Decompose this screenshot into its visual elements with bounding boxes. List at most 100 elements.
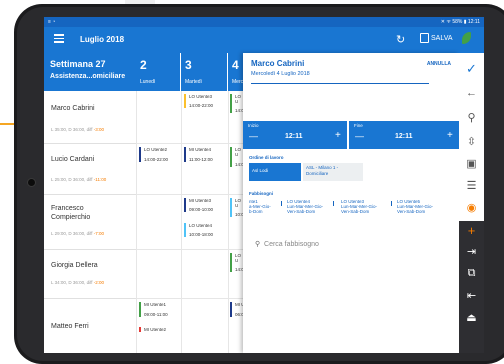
- logout-icon[interactable]: ⇤: [459, 289, 484, 302]
- search-icon[interactable]: ⚲: [459, 111, 484, 124]
- save-label: SALVA: [431, 34, 453, 42]
- schedule-cell[interactable]: MI Utente4 11:00-12:00: [181, 144, 228, 195]
- start-label: Inizio: [248, 123, 259, 128]
- shift-entry[interactable]: LO Utente3 14:00-22:00: [184, 94, 213, 108]
- start-time-value[interactable]: 12:11: [285, 133, 303, 140]
- day-name: Lunedì: [140, 79, 156, 85]
- week-subtitle[interactable]: Assistenza...omiciliare: [50, 73, 125, 80]
- shift-entry[interactable]: MI Utente3 09:00-10:00: [184, 198, 213, 212]
- camera-icon: [27, 178, 36, 187]
- shift-entry[interactable]: MI Utente1 09:00-11:00: [139, 302, 168, 317]
- shift-time: 09:00-10:00: [189, 207, 214, 212]
- separator: [281, 201, 282, 206]
- shift-editor-panel: Marco Cabrini Mercoledì 4 Luglio 2018 AN…: [243, 53, 459, 353]
- save-button[interactable]: SALVA: [420, 33, 453, 43]
- eye-icon[interactable]: ◉: [459, 201, 484, 214]
- person-row[interactable]: Matteo Ferri: [44, 299, 136, 353]
- shift-entry[interactable]: MI Utente4 11:00-12:00: [184, 147, 213, 162]
- need-days: a-Mer-Gio- b-Dom: [249, 204, 271, 214]
- panel-title: Marco Cabrini: [251, 59, 305, 68]
- plus-icon[interactable]: +: [459, 223, 484, 238]
- list-icon[interactable]: ☰: [459, 179, 484, 192]
- exit-icon[interactable]: ⏏: [459, 311, 484, 324]
- day-header[interactable]: 3 Martedì: [181, 53, 227, 91]
- shift-user: MI Utente4: [189, 147, 212, 152]
- shift-user: MI Utente3: [189, 198, 212, 203]
- day-number: 3: [185, 58, 192, 72]
- person-hours: L 35:00, D 36:00, diff -3:00: [51, 127, 104, 132]
- start-minus-button[interactable]: —: [249, 131, 258, 141]
- schedule-cell[interactable]: [136, 91, 181, 144]
- schedule-cell[interactable]: MI Utente3 09:00-10:00 LO Utente4 10:00-18…: [181, 195, 228, 250]
- need-days: Lun-Mar-Mer-Gio- Ven-Sab-Dom: [397, 204, 434, 214]
- schedule-cell[interactable]: [181, 299, 228, 353]
- shift-entry[interactable]: MI Utente2: [139, 327, 166, 332]
- schedule-cell[interactable]: LO Utente3 14:00-22:00: [181, 91, 228, 144]
- week-title: Settimana 27: [50, 59, 106, 69]
- need-search[interactable]: ⚲ Cerca fabbisogno: [255, 240, 319, 248]
- hours-diff: -7:00: [93, 231, 105, 236]
- copy-icon[interactable]: ⧉: [459, 267, 484, 280]
- shift-user: MI Utente2: [144, 327, 167, 332]
- work-order-label: Ordine di lavoro: [249, 155, 284, 160]
- image-icon[interactable]: ▣: [459, 157, 484, 170]
- need-item[interactable]: LO Utente4 Lun-Mar-Mer-Gio- Ven-Sab-Dom: [287, 199, 323, 214]
- end-plus-button[interactable]: +: [447, 130, 453, 141]
- app-title[interactable]: Luglio 2018: [80, 35, 124, 44]
- shift-user: LO Utente2: [144, 147, 168, 152]
- start-time-stepper: Inizio — 12:11 +: [243, 121, 347, 149]
- schedule-cell[interactable]: LO Utente2 14:00-22:00: [136, 144, 181, 195]
- person-hours: L 29:00, D 36:00, diff -7:00: [51, 231, 104, 236]
- end-time-value[interactable]: 12:11: [395, 133, 413, 140]
- menu-icon[interactable]: [54, 34, 64, 43]
- login-icon[interactable]: ⇥: [459, 245, 484, 258]
- need-item[interactable]: nte1 a-Mer-Gio- b-Dom: [249, 199, 271, 214]
- check-icon[interactable]: ✓: [459, 61, 484, 77]
- shift-time: 11:00-12:00: [189, 157, 213, 162]
- arrow-left-icon[interactable]: ←: [459, 87, 484, 99]
- schedule-cell[interactable]: [181, 250, 228, 299]
- work-order-option[interactable]: Asl Lodi: [249, 163, 301, 181]
- shift-user: LO Utente4: [189, 223, 213, 228]
- sort-icon[interactable]: ⇳: [459, 135, 484, 148]
- need-item[interactable]: LO Utente5 Lun-Mar-Mer-Gio- Ven-Sab-Dom: [397, 199, 433, 214]
- schedule-cell[interactable]: MI Utente1 09:00-11:00 MI Utente2: [136, 299, 181, 353]
- person-row[interactable]: Lucio Cardani L 25:00, D 36:00, diff -11…: [44, 144, 136, 195]
- separator: [333, 201, 334, 206]
- need-item[interactable]: LO Utente3 Lun-Mar-Mer-Gio- Ven-Sab-Dom: [341, 199, 377, 214]
- shift-time: 14:00-22:00: [189, 103, 214, 108]
- schedule-cell[interactable]: [136, 195, 181, 250]
- leaf-icon[interactable]: [462, 32, 471, 44]
- shift-time: 09:00-11:00: [144, 312, 168, 317]
- start-plus-button[interactable]: +: [335, 130, 341, 141]
- status-bar: ≡ ◔ ✕ ᯤ 58% ▮ 12:11: [44, 17, 484, 27]
- need-search-input[interactable]: Cerca fabbisogno: [264, 241, 319, 248]
- work-order-option[interactable]: ASL - Milano 1 - Domiciliare: [303, 163, 363, 181]
- schedule-cell[interactable]: [136, 250, 181, 299]
- hours-diff: -11:00: [93, 177, 107, 182]
- shift-time: 14:00-22:00: [144, 157, 169, 162]
- shift-user: MI Utente1: [144, 302, 167, 307]
- week-header: Settimana 27 Assistenza...omiciliare: [44, 53, 136, 91]
- save-icon: [420, 33, 429, 43]
- separator: [391, 201, 392, 206]
- shift-entry[interactable]: LO Utente2 14:00-22:00: [139, 147, 168, 162]
- cancel-button[interactable]: ANNULLA: [427, 61, 451, 67]
- hours-text: L 29:00, D 36:00, diff: [51, 231, 94, 236]
- person-hours: L 34:00, D 36:00, diff -2:00: [51, 280, 104, 285]
- search-icon: ⚲: [255, 241, 261, 248]
- person-row[interactable]: Giorgia Dellera L 34:00, D 36:00, diff -…: [44, 250, 136, 299]
- person-row[interactable]: Francesco Compierchio L 29:00, D 36:00, …: [44, 195, 136, 250]
- needs-label: Fabbisogni: [249, 191, 273, 196]
- shift-entry[interactable]: LO Utente4 10:00-18:00: [184, 223, 213, 237]
- person-row[interactable]: Marco Cabrini L 35:00, D 36:00, diff -3:…: [44, 91, 136, 144]
- end-time-stepper: Fine — 12:11 +: [349, 121, 459, 149]
- person-name: Marco Cabrini: [51, 105, 95, 112]
- day-header[interactable]: 2 Lunedì: [136, 53, 180, 91]
- person-name: Giorgia Dellera: [51, 262, 98, 269]
- end-minus-button[interactable]: —: [355, 131, 364, 141]
- action-rail-dark: [459, 221, 484, 353]
- app-bar: Luglio 2018 ↻ SALVA: [44, 27, 484, 53]
- end-label: Fine: [354, 123, 363, 128]
- refresh-icon[interactable]: ↻: [396, 33, 405, 46]
